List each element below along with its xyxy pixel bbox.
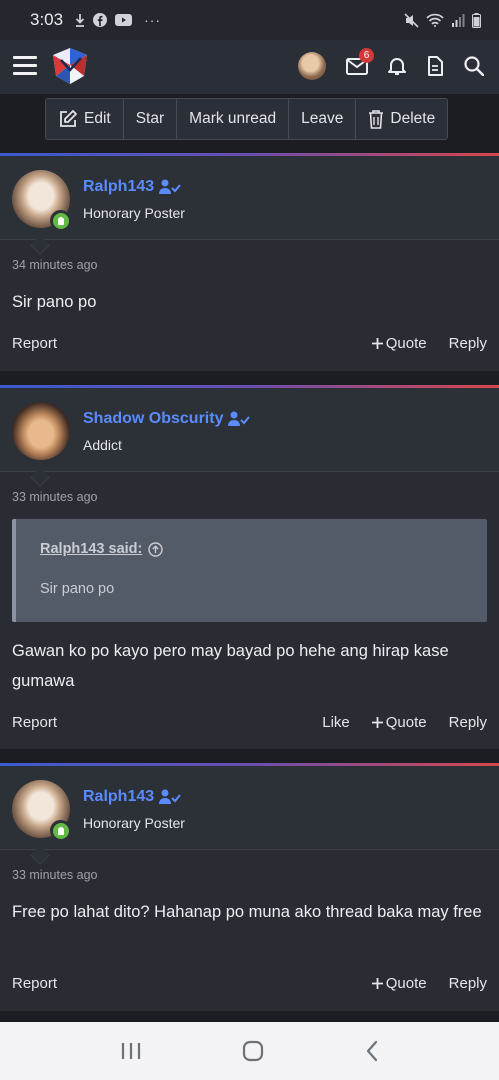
quote-button[interactable]: Quote xyxy=(371,974,427,992)
user-title: Honorary Poster xyxy=(83,205,185,221)
avatar[interactable] xyxy=(12,402,70,460)
thread-toolbar-area: Edit Star Mark unread Leave Delete xyxy=(0,94,499,150)
wifi-icon xyxy=(426,13,444,27)
more-icon: ··· xyxy=(144,12,162,28)
status-left-icons: ··· xyxy=(75,12,161,28)
report-button[interactable]: Report xyxy=(12,714,57,731)
quote-button[interactable]: Quote xyxy=(371,713,427,731)
post-header: Ralph143 Honorary Poster xyxy=(0,766,499,865)
post-body: Free po lahat dito? Hahanap po muna ako … xyxy=(12,903,482,921)
post-timestamp[interactable]: 34 minutes ago xyxy=(12,258,97,272)
message-post: Shadow Obscurity Addict 33 minutes ago R… xyxy=(0,385,499,749)
username-link[interactable]: Ralph143 xyxy=(83,788,181,806)
post-timestamp[interactable]: 33 minutes ago xyxy=(12,868,97,882)
post-body: Gawan ko po kayo pero may bayad po hehe … xyxy=(12,642,449,690)
post-timestamp[interactable]: 33 minutes ago xyxy=(12,490,97,504)
report-button[interactable]: Report xyxy=(12,335,57,352)
quote-text: Sir pano po xyxy=(40,581,115,597)
quote-block: Ralph143 said: Sir pano po xyxy=(12,519,487,622)
post-header: Ralph143 Honorary Poster xyxy=(0,156,499,255)
post-body: Sir pano po xyxy=(12,293,97,311)
battery-icon xyxy=(472,12,481,28)
star-label: Star xyxy=(135,110,165,127)
reply-button[interactable]: Reply xyxy=(449,714,487,731)
verified-user-icon xyxy=(228,411,251,426)
username-link[interactable]: Ralph143 xyxy=(83,178,181,196)
verified-user-icon xyxy=(159,789,181,804)
quote-label: Quote xyxy=(385,974,427,992)
post-actions: Report Quote Reply xyxy=(12,971,487,995)
user-title: Addict xyxy=(83,437,122,453)
post-actions: Report Quote Reply xyxy=(12,331,487,355)
verified-user-icon xyxy=(159,179,181,194)
edit-icon xyxy=(60,110,77,127)
trash-icon xyxy=(369,110,384,129)
mail-badge: 6 xyxy=(359,48,374,63)
message-post: Ralph143 Honorary Poster 33 minutes ago … xyxy=(0,763,499,1011)
star-button[interactable]: Star xyxy=(124,99,178,139)
quote-author: Ralph143 said: xyxy=(40,541,143,557)
username-link[interactable]: Shadow Obscurity xyxy=(83,410,251,428)
quote-label: Quote xyxy=(385,713,427,731)
leave-button[interactable]: Leave xyxy=(289,99,357,139)
thread-toolbar: Edit Star Mark unread Leave Delete xyxy=(45,98,449,140)
username: Shadow Obscurity xyxy=(83,410,224,427)
back-icon[interactable] xyxy=(365,1040,379,1062)
mute-icon xyxy=(404,12,419,28)
leave-label: Leave xyxy=(301,110,344,127)
plus-icon xyxy=(371,337,383,349)
online-status-icon xyxy=(50,210,71,231)
site-logo[interactable] xyxy=(51,46,89,86)
status-bar: 3:03 ··· xyxy=(0,0,499,40)
post-header: Shadow Obscurity Addict xyxy=(0,388,499,487)
quote-button[interactable]: Quote xyxy=(371,334,427,352)
edit-button[interactable]: Edit xyxy=(46,99,124,139)
signal-icon xyxy=(452,14,465,27)
message-post: Ralph143 Honorary Poster 34 minutes ago … xyxy=(0,153,499,371)
quote-author-link[interactable]: Ralph143 said: xyxy=(40,541,164,557)
search-icon[interactable] xyxy=(461,53,487,79)
username: Ralph143 xyxy=(83,178,155,195)
edit-label: Edit xyxy=(84,110,111,127)
app-header xyxy=(0,40,499,94)
reply-button[interactable]: Reply xyxy=(449,975,487,992)
user-avatar[interactable] xyxy=(298,52,326,80)
mark-unread-button[interactable]: Mark unread xyxy=(177,99,290,139)
mark-unread-label: Mark unread xyxy=(189,110,277,127)
plus-icon xyxy=(371,977,383,989)
online-status-icon xyxy=(50,820,71,841)
quote-label: Quote xyxy=(385,334,427,352)
username: Ralph143 xyxy=(83,788,155,805)
like-button[interactable]: Like xyxy=(322,714,350,731)
recent-apps-icon[interactable] xyxy=(120,1042,142,1060)
arrow-up-circle-icon xyxy=(148,541,164,557)
plus-icon xyxy=(371,716,383,728)
bell-icon[interactable] xyxy=(384,53,410,79)
delete-label: Delete xyxy=(390,110,436,127)
download-icon xyxy=(75,14,85,27)
system-nav-bar xyxy=(0,1022,499,1080)
menu-icon[interactable] xyxy=(13,56,37,76)
document-icon[interactable] xyxy=(422,53,448,79)
status-time: 3:03 xyxy=(30,10,64,29)
user-title: Honorary Poster xyxy=(83,815,185,831)
status-right-icons xyxy=(404,12,481,28)
post-actions: Report Like Quote Reply xyxy=(12,710,487,734)
youtube-icon xyxy=(115,14,133,26)
reply-button[interactable]: Reply xyxy=(449,335,487,352)
home-icon[interactable] xyxy=(242,1040,264,1062)
delete-button[interactable]: Delete xyxy=(356,99,447,139)
facebook-icon xyxy=(93,13,108,27)
report-button[interactable]: Report xyxy=(12,975,57,992)
